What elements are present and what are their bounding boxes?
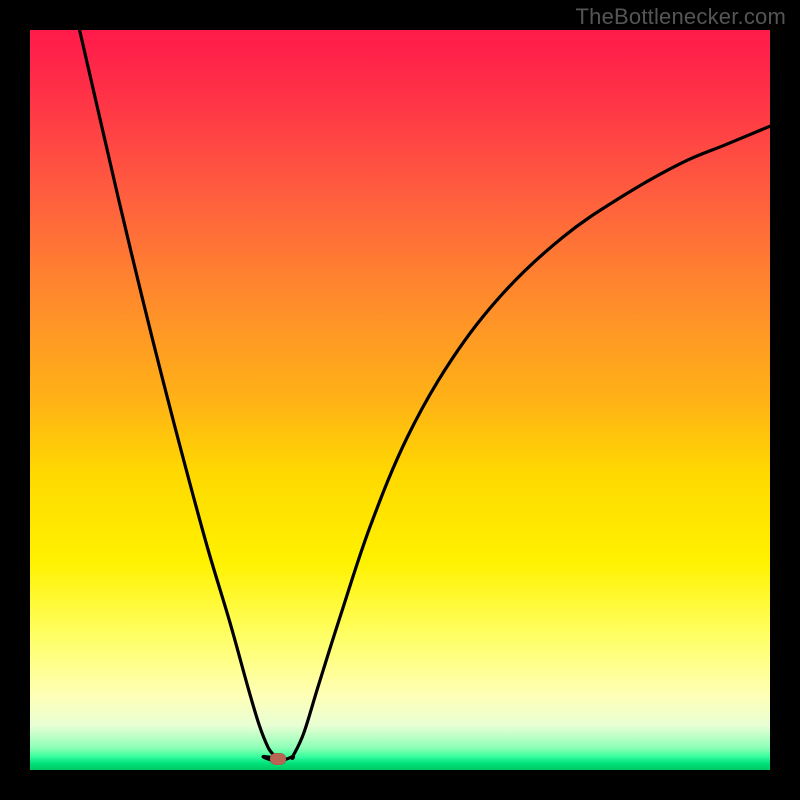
optimal-point-marker xyxy=(270,753,286,765)
watermark-text: TheBottlenecker.com xyxy=(576,4,786,30)
chart-frame xyxy=(30,30,770,770)
bottleneck-curve xyxy=(30,30,770,770)
plot-area xyxy=(30,30,770,770)
